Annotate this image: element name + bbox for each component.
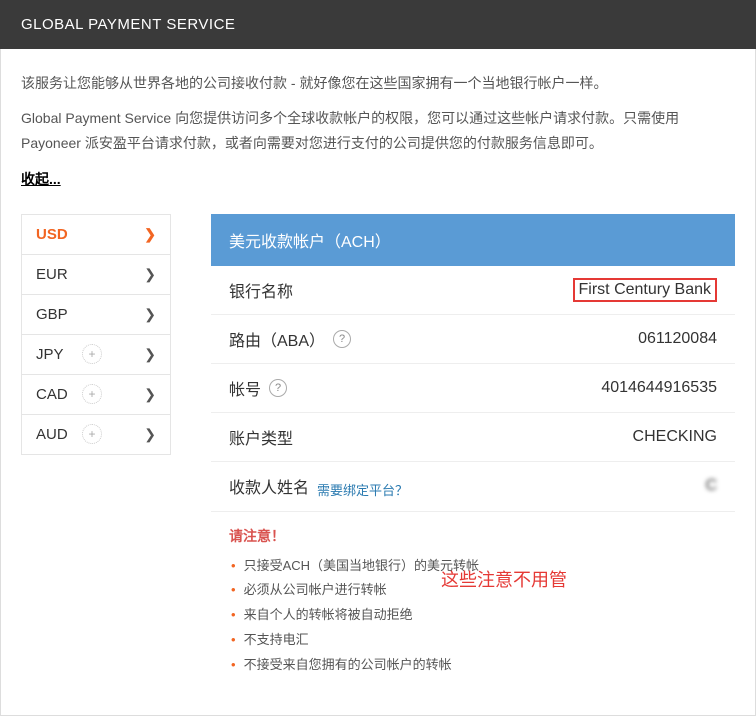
tab-label: EUR (36, 266, 82, 283)
field-value-redacted: C (705, 477, 717, 495)
tab-label: CAD (36, 386, 82, 403)
intro-line-2: Global Payment Service 向您提供访问多个全球收款帐户的权限… (21, 106, 735, 156)
chevron-right-icon: ❯ (144, 346, 156, 363)
tab-eur[interactable]: EUR ❯ (21, 255, 171, 295)
row-account-number: 帐号 ? 4014644916535 (211, 364, 735, 413)
intro-line-1: 该服务让您能够从世界各地的公司接收付款 - 就好像您在这些国家拥有一个当地银行帐… (21, 71, 735, 96)
currency-sidebar: USD ❯ EUR ❯ GBP ❯ JPY + ❯ CAD (21, 214, 171, 455)
row-beneficiary: 收款人姓名 需要绑定平台？ C (211, 462, 735, 512)
tab-label: USD (36, 226, 82, 243)
field-label: 收款人姓名 需要绑定平台？ (229, 474, 408, 499)
field-value-highlighted: First Century Bank (573, 278, 717, 302)
field-value: CHECKING (633, 428, 717, 446)
tab-label: AUD (36, 426, 82, 443)
plus-icon: + (82, 384, 102, 404)
tab-jpy[interactable]: JPY + ❯ (21, 335, 171, 375)
content-area: 该服务让您能够从世界各地的公司接收付款 - 就好像您在这些国家拥有一个当地银行帐… (0, 49, 756, 716)
plus-icon: + (82, 424, 102, 444)
field-value: 061120084 (638, 330, 717, 348)
bind-platform-link[interactable]: 需要绑定平台？ (317, 480, 408, 499)
row-bank-name: 银行名称 First Century Bank (211, 266, 735, 315)
tab-gbp[interactable]: GBP ❯ (21, 295, 171, 335)
field-label: 银行名称 (229, 278, 293, 302)
tab-usd[interactable]: USD ❯ (21, 215, 171, 255)
notice-block: 请注意！ 只接受ACH（美国当地银行）的美元转帐 必须从公司帐户进行转帐 来自个… (211, 512, 735, 691)
row-account-type: 账户类型 CHECKING (211, 413, 735, 462)
chevron-right-icon: ❯ (144, 226, 156, 243)
help-icon[interactable]: ? (269, 379, 287, 397)
field-label: 账户类型 (229, 425, 293, 449)
tab-aud[interactable]: AUD + ❯ (21, 415, 171, 455)
notice-item: 不接受来自您拥有的公司帐户的转帐 (231, 653, 717, 678)
page-title: GLOBAL PAYMENT SERVICE (21, 16, 235, 33)
chevron-right-icon: ❯ (144, 426, 156, 443)
field-label: 帐号 ? (229, 376, 287, 400)
card-title: 美元收款帐户（ACH） (211, 214, 735, 266)
row-routing: 路由（ABA） ? 061120084 (211, 315, 735, 364)
chevron-right-icon: ❯ (144, 306, 156, 323)
help-icon[interactable]: ? (333, 330, 351, 348)
collapse-link[interactable]: 收起... (21, 167, 61, 192)
tab-label: GBP (36, 306, 82, 323)
annotation-overlay: 这些注意不用管 (441, 566, 567, 592)
chevron-right-icon: ❯ (144, 386, 156, 403)
page-header: GLOBAL PAYMENT SERVICE (0, 0, 756, 49)
tab-cad[interactable]: CAD + ❯ (21, 375, 171, 415)
field-label: 路由（ABA） ? (229, 327, 351, 351)
notice-item: 不支持电汇 (231, 628, 717, 653)
notice-title: 请注意！ (229, 526, 717, 546)
account-card: 美元收款帐户（ACH） 银行名称 First Century Bank 路由（A… (211, 214, 735, 691)
notice-item: 来自个人的转帐将被自动拒绝 (231, 603, 717, 628)
field-value: 4014644916535 (601, 379, 717, 397)
tab-label: JPY (36, 346, 82, 363)
intro-block: 该服务让您能够从世界各地的公司接收付款 - 就好像您在这些国家拥有一个当地银行帐… (21, 71, 735, 192)
plus-icon: + (82, 344, 102, 364)
chevron-right-icon: ❯ (144, 266, 156, 283)
